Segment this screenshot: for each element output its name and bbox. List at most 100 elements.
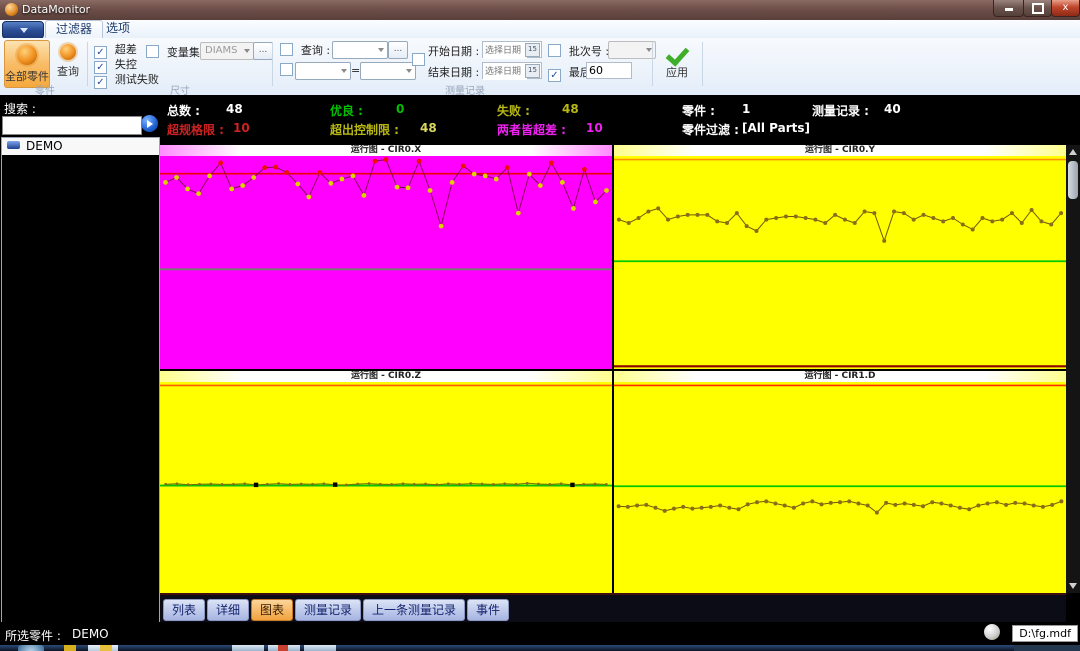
condition-field-dropdown[interactable] bbox=[295, 62, 351, 80]
start-orb-icon[interactable] bbox=[18, 645, 44, 651]
calendar-icon[interactable]: 15 bbox=[525, 43, 540, 57]
checkbox-condition[interactable] bbox=[280, 63, 293, 77]
tab-options[interactable]: 选项 bbox=[96, 20, 140, 37]
checkbox-icon bbox=[280, 43, 293, 56]
variable-set-more-button[interactable]: ... bbox=[253, 42, 273, 60]
part-value: 1 bbox=[742, 102, 750, 116]
tab-previous-record[interactable]: 上一条测量记录 bbox=[363, 599, 465, 621]
query-button[interactable]: 查询 bbox=[52, 40, 84, 86]
run-chart-cir0y[interactable]: 运行图 - CIR0.Y bbox=[614, 145, 1066, 369]
end-date-field[interactable]: 15 bbox=[482, 62, 542, 79]
condition-value-dropdown[interactable] bbox=[360, 62, 416, 80]
chart-title: 运行图 - CIR0.X bbox=[160, 145, 612, 156]
list-item-part[interactable]: DEMO bbox=[2, 138, 159, 155]
checkbox-last[interactable]: 最后 bbox=[548, 64, 591, 82]
search-input[interactable] bbox=[2, 116, 142, 135]
checkbox-icon bbox=[146, 45, 159, 58]
variable-set-dropdown[interactable]: DIAMS bbox=[200, 42, 254, 60]
equals-label: = bbox=[351, 64, 360, 77]
part-list: DEMO bbox=[1, 137, 160, 627]
all-parts-button[interactable]: 全部零件 bbox=[4, 40, 50, 88]
apply-button[interactable]: 应用 bbox=[656, 40, 698, 90]
app-icon bbox=[5, 3, 18, 16]
stats-band: 总数 : 48 超规格限 : 10 优良 : 0 超出控制限 : 48 失败 :… bbox=[0, 95, 1080, 145]
checkbox-icon bbox=[548, 69, 561, 82]
good-value: 0 bbox=[396, 102, 404, 116]
part-icon bbox=[7, 141, 20, 149]
chevron-down-icon bbox=[406, 69, 412, 73]
chart-title: 运行图 - CIR0.Z bbox=[160, 371, 612, 382]
close-button[interactable]: x bbox=[1051, 0, 1080, 17]
scroll-up-icon[interactable] bbox=[1069, 149, 1077, 155]
tab-detail[interactable]: 详细 bbox=[207, 599, 249, 621]
ooc-value: 48 bbox=[420, 121, 437, 135]
scrollbar-thumb[interactable] bbox=[1068, 161, 1078, 199]
records-label: 测量记录 : bbox=[812, 102, 869, 119]
taskbar-clock-area[interactable] bbox=[1014, 645, 1080, 651]
part-filter-label: 零件过滤 : bbox=[682, 121, 739, 138]
calendar-icon[interactable]: 15 bbox=[525, 64, 540, 78]
taskbar-app-icon[interactable] bbox=[64, 645, 76, 651]
selected-part-label: 所选零件 : bbox=[5, 627, 61, 644]
both-label: 两者皆超差 : bbox=[497, 121, 566, 138]
ribbon-tab-row: 过滤器 选项 bbox=[0, 20, 1080, 38]
end-date-label: 结束日期 : bbox=[428, 64, 479, 80]
tab-chart[interactable]: 图表 bbox=[251, 599, 293, 621]
chevron-down-icon bbox=[341, 69, 347, 73]
checkbox-icon bbox=[548, 44, 561, 57]
taskbar-app-icon[interactable] bbox=[278, 645, 288, 651]
checkbox-batch[interactable]: 批次号 : bbox=[548, 43, 609, 59]
batch-dropdown[interactable] bbox=[608, 41, 656, 59]
both-value: 10 bbox=[586, 121, 603, 135]
fail-value: 48 bbox=[562, 102, 579, 116]
total-value: 48 bbox=[226, 102, 243, 116]
taskbar-app-button[interactable] bbox=[232, 645, 264, 651]
tab-filter[interactable]: 过滤器 bbox=[45, 20, 103, 38]
checkbox-query[interactable]: 查询 : bbox=[280, 42, 330, 58]
start-date-field[interactable]: 15 bbox=[482, 41, 542, 58]
ooc-label: 超出控制限 : bbox=[330, 121, 399, 138]
app-window: DataMonitor x 过滤器 选项 全部零件 查询 零件 超差 失控 bbox=[0, 0, 1080, 651]
query-dropdown[interactable] bbox=[332, 41, 388, 59]
chart-title: 运行图 - CIR1.D bbox=[614, 371, 1066, 382]
taskbar[interactable] bbox=[0, 645, 1080, 651]
chart-title: 运行图 - CIR0.Y bbox=[614, 145, 1066, 156]
last-count-field[interactable] bbox=[586, 62, 632, 79]
scroll-down-icon[interactable] bbox=[1069, 583, 1077, 589]
tab-list[interactable]: 列表 bbox=[163, 599, 205, 621]
tab-events[interactable]: 事件 bbox=[467, 599, 509, 621]
part-label: 零件 : bbox=[682, 102, 715, 119]
chevron-down-icon bbox=[244, 49, 250, 53]
tab-measurement-records[interactable]: 测量记录 bbox=[295, 599, 361, 621]
query-more-button[interactable]: ... bbox=[388, 41, 408, 59]
run-chart-cir0x[interactable]: 运行图 - CIR0.X bbox=[160, 145, 612, 369]
oos-value: 10 bbox=[233, 121, 250, 135]
all-parts-icon bbox=[17, 45, 37, 65]
checkbox-icon bbox=[94, 76, 107, 89]
ribbon: 全部零件 查询 零件 超差 失控 测试失败 变量集 : DIAMS ... 尺寸 bbox=[0, 38, 1080, 96]
selected-part-value: DEMO bbox=[72, 627, 109, 641]
checkbox-icon bbox=[412, 53, 425, 66]
maximize-button[interactable] bbox=[1023, 0, 1052, 17]
chevron-down-icon bbox=[20, 28, 28, 33]
query-icon bbox=[60, 44, 76, 60]
folder-icon[interactable] bbox=[100, 645, 112, 651]
oos-label: 超规格限 : bbox=[167, 121, 224, 138]
run-chart-cir1d[interactable]: 运行图 - CIR1.D bbox=[614, 371, 1066, 593]
part-filter-value: [All Parts] bbox=[742, 121, 810, 135]
fail-label: 失败 : bbox=[497, 102, 530, 119]
checkbox-variable-set[interactable]: 变量集 : bbox=[146, 44, 207, 60]
total-label: 总数 : bbox=[167, 102, 200, 119]
checkbox-icon bbox=[280, 63, 293, 76]
application-menu-button[interactable] bbox=[2, 21, 44, 39]
taskbar-app-button[interactable] bbox=[304, 645, 336, 651]
run-chart-cir0z[interactable]: 运行图 - CIR0.Z bbox=[160, 371, 612, 593]
records-value: 40 bbox=[884, 102, 901, 116]
go-arrow-icon[interactable] bbox=[141, 115, 158, 132]
checkbox-date-range[interactable] bbox=[412, 53, 425, 67]
database-file-label: D:\fg.mdf bbox=[1012, 625, 1078, 642]
good-label: 优良 : bbox=[330, 102, 363, 119]
minimize-button[interactable] bbox=[993, 0, 1024, 17]
start-date-label: 开始日期 : bbox=[428, 43, 479, 59]
vertical-scrollbar[interactable] bbox=[1066, 145, 1080, 593]
